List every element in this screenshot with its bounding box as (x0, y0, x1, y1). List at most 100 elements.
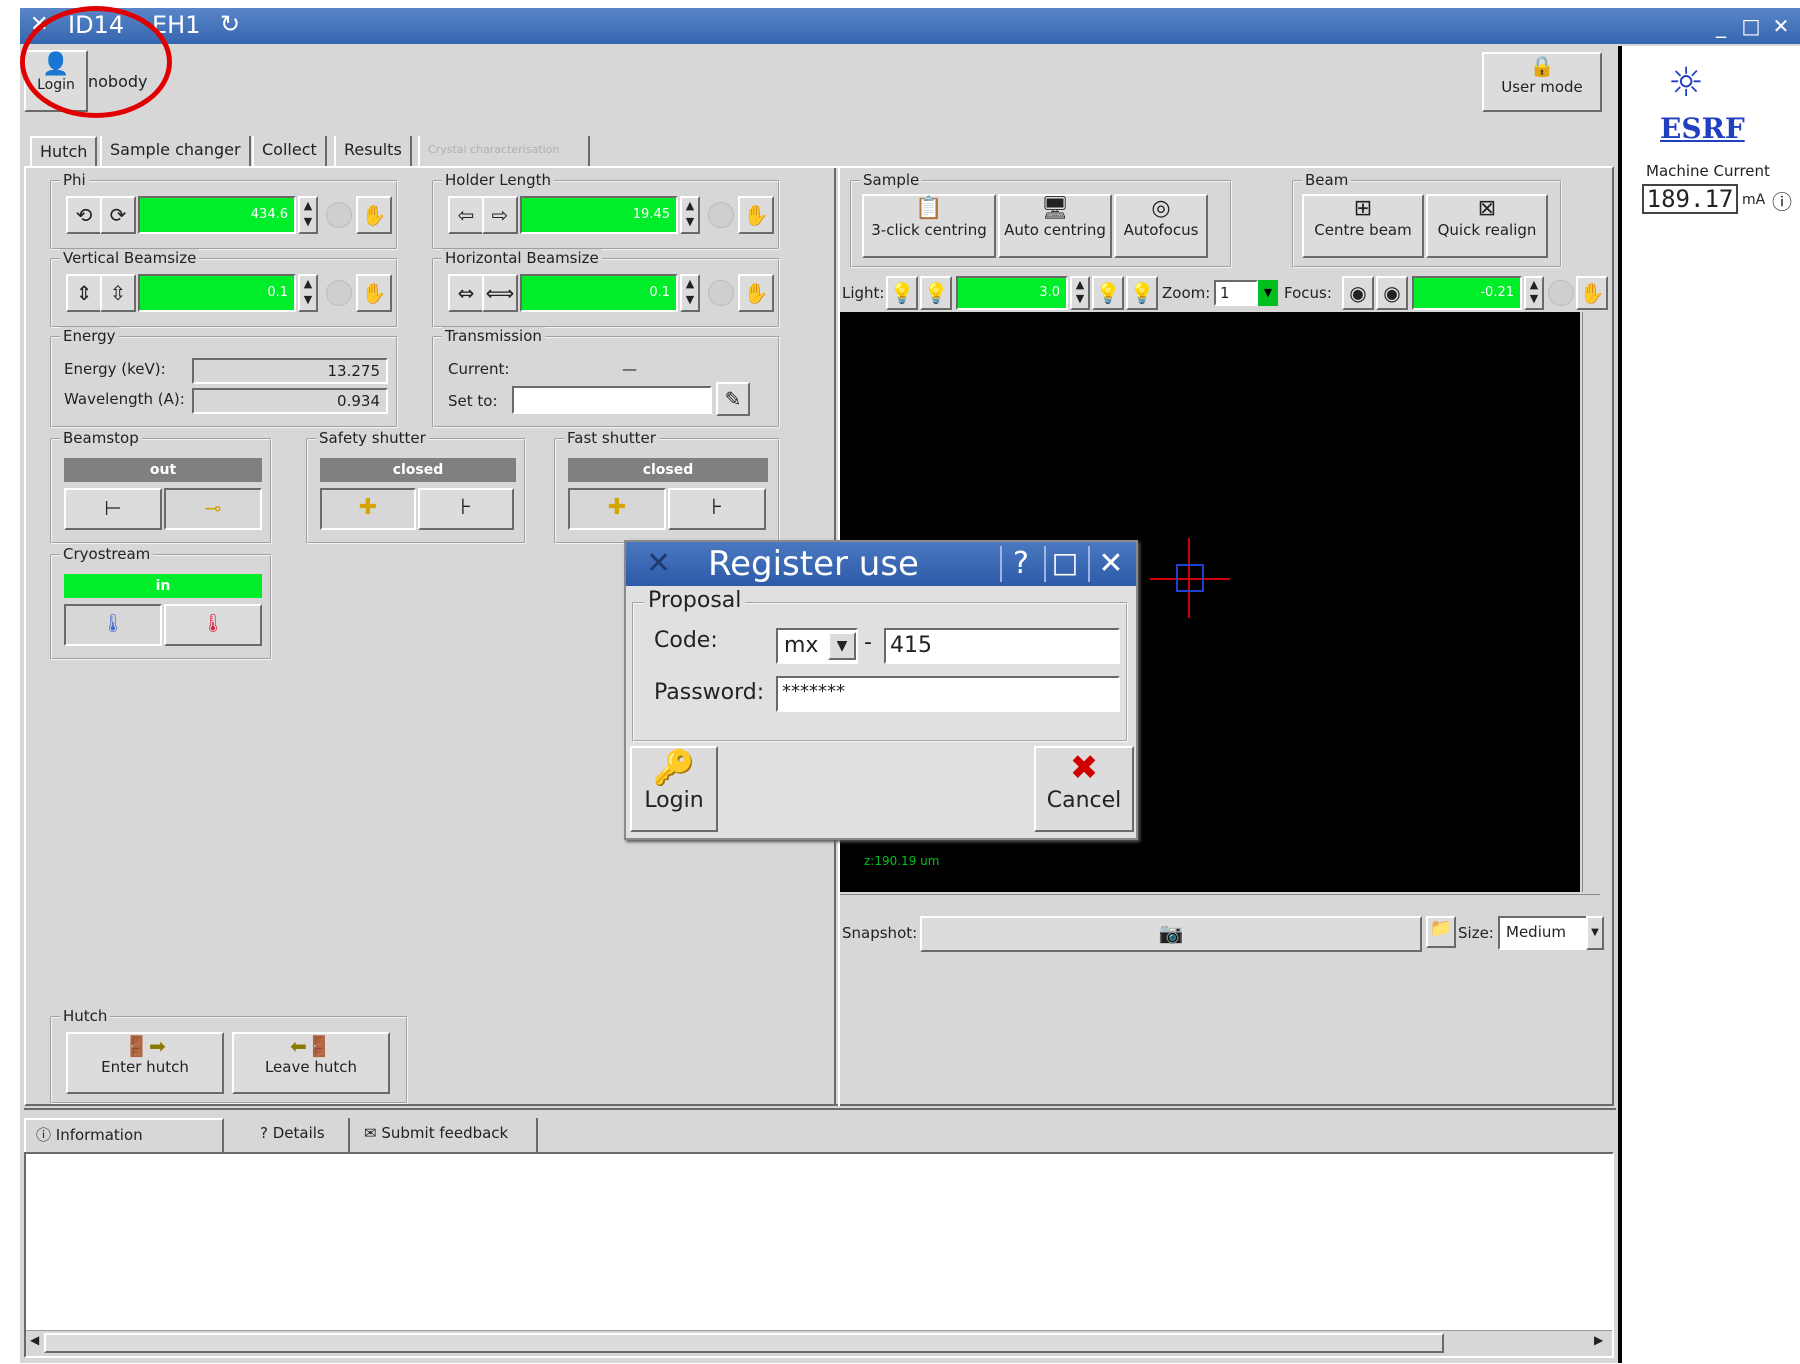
minimize-button[interactable]: _ (1708, 13, 1734, 39)
vbeam-spinner[interactable]: ▲ ▼ (298, 274, 318, 312)
focus-minus-icon[interactable]: ◉ (1342, 276, 1374, 310)
focus-stop-button[interactable]: ✋ (1576, 276, 1608, 310)
beamstop-group: Beamstop out ⊢ ⊸ (50, 429, 272, 544)
dialog-maximize-button[interactable]: □ (1044, 546, 1084, 582)
phi-stop-button[interactable]: ✋ (356, 196, 392, 234)
leave-hutch-label: Leave hutch (264, 1058, 358, 1076)
holder-stop-button[interactable]: ✋ (738, 196, 774, 234)
phi-value[interactable]: 434.6 (138, 196, 296, 234)
hbeam-spinner[interactable]: ▲ ▼ (680, 274, 700, 312)
safety-shutter-close-button[interactable]: ✚ (320, 488, 416, 530)
dialog-login-button[interactable]: 🔑 Login (630, 746, 718, 832)
realign-icon: ⊠ (1477, 196, 1497, 221)
size-dropdown-arrow-icon[interactable]: ▼ (1586, 916, 1604, 950)
transmission-setto-input[interactable] (512, 386, 712, 414)
cryostream-in-button[interactable]: 🌡 (64, 604, 162, 646)
dialog-cancel-button[interactable]: ✖ Cancel (1034, 746, 1134, 832)
enter-hutch-button[interactable]: 🚪➡ Enter hutch (66, 1032, 224, 1094)
dialog-title: Register use (708, 544, 919, 584)
scrollbar-thumb[interactable] (44, 1333, 1444, 1353)
phi-spinner[interactable]: ▲ ▼ (298, 196, 318, 234)
tab-details[interactable]: ? Details (246, 1118, 350, 1152)
focus-value[interactable]: -0.21 (1412, 276, 1522, 310)
password-input[interactable]: ******* (776, 676, 1120, 712)
leave-hutch-button[interactable]: ⬅🚪 Leave hutch (232, 1032, 390, 1094)
fast-shutter-open-button[interactable]: ⊦ (668, 488, 766, 530)
code-dropdown-arrow-icon[interactable]: ▼ (828, 632, 856, 660)
hbeam-stop-button[interactable]: ✋ (738, 274, 774, 312)
zoom-dropdown-arrow-icon[interactable]: ▼ (1258, 280, 1278, 306)
info-icon[interactable]: ⓘ (1772, 186, 1792, 215)
scroll-right-arrow-icon[interactable]: ▶ (1594, 1333, 1603, 1347)
vbeam-stop-button[interactable]: ✋ (356, 274, 392, 312)
phi-rotate-right-button[interactable]: ⟳ (100, 196, 136, 234)
machine-current-value: 189.17 (1642, 184, 1738, 214)
video-vertical-scrollbar[interactable] (1582, 312, 1602, 892)
focus-spinner[interactable]: ▲ ▼ (1524, 276, 1544, 310)
cryostream-out-button[interactable]: 🌡 (164, 604, 262, 646)
vbeam-value[interactable]: 0.1 (138, 274, 296, 312)
light-down-bulb-icon[interactable]: 💡 (886, 276, 918, 310)
tab-submit-feedback[interactable]: ✉ Submit feedback (354, 1118, 538, 1152)
scroll-left-arrow-icon[interactable]: ◀ (30, 1333, 39, 1347)
transmission-edit-pencil-icon[interactable]: ✎ (716, 382, 750, 416)
holder-left-arrow-button[interactable]: ⇦ (448, 196, 484, 234)
messages-text-area[interactable] (24, 1152, 1614, 1358)
code-number-input[interactable]: 415 (884, 628, 1120, 664)
quick-realign-button[interactable]: ⊠ Quick realign (1426, 194, 1548, 258)
tab-information-messages[interactable]: ⓘ Information messages (24, 1118, 224, 1174)
beamstop-out-button[interactable]: ⊸ (164, 488, 262, 530)
phi-rotate-left-button[interactable]: ⟲ (66, 196, 102, 234)
light-off-icon[interactable]: 💡 (1092, 276, 1124, 310)
safety-shutter-open-button[interactable]: ⊦ (418, 488, 514, 530)
tab-sample-changer[interactable]: Sample changer (100, 136, 251, 166)
user-mode-button[interactable]: 🔒 User mode (1482, 52, 1602, 112)
dialog-title-bar: ✕ Register use ? □ ✕ (626, 542, 1136, 586)
bottom-splitter[interactable] (24, 1108, 1616, 1114)
phi-status-led (326, 202, 352, 228)
tab-results[interactable]: Results (334, 136, 412, 166)
leave-hutch-icon: ⬅🚪 (290, 1034, 332, 1058)
video-z-readout: z:190.19 um (864, 854, 940, 868)
holder-right-arrow-button[interactable]: ⇨ (482, 196, 518, 234)
fast-shutter-close-button[interactable]: ✚ (568, 488, 666, 530)
quick-realign-label: Quick realign (1437, 221, 1537, 239)
light-on-icon[interactable]: 💡 (1126, 276, 1158, 310)
holder-length-value[interactable]: 19.45 (520, 196, 678, 234)
close-button[interactable]: ✕ (1768, 13, 1794, 39)
auto-centring-button[interactable]: 🖥 Auto centring (998, 194, 1112, 258)
maximize-button[interactable]: □ (1738, 13, 1764, 39)
dialog-login-label: Login (644, 788, 704, 813)
snapshot-camera-icon[interactable]: 📷 (920, 916, 1422, 952)
dialog-help-button[interactable]: ? (1000, 546, 1040, 582)
holder-length-group: Holder Length ⇦ ⇨ 19.45 ▲ ▼ ✋ (432, 171, 780, 250)
info-circle-icon: ⓘ (36, 1126, 52, 1144)
centre-beam-button[interactable]: ⊞ Centre beam (1302, 194, 1424, 258)
zoom-label: Zoom: (1162, 284, 1211, 302)
light-spinner[interactable]: ▲ ▼ (1070, 276, 1090, 310)
size-select[interactable]: Medium (1498, 916, 1588, 950)
tab-crystal-characterisation[interactable]: Crystal characterisation (418, 136, 590, 166)
vbeam-narrow-button[interactable]: ⇕ (66, 274, 102, 312)
key-icon: 🔑 (652, 748, 696, 788)
hbeam-widen-button[interactable]: ⟺ (482, 274, 518, 312)
hbeam-narrow-button[interactable]: ⇔ (448, 274, 484, 312)
focus-plus-icon[interactable]: ◉ (1376, 276, 1408, 310)
tab-collect[interactable]: Collect (252, 136, 327, 166)
vbeam-widen-button[interactable]: ⇳ (100, 274, 136, 312)
dialog-close-button[interactable]: ✕ (1088, 546, 1132, 582)
light-up-bulb-icon[interactable]: 💡 (920, 276, 952, 310)
hbeam-value[interactable]: 0.1 (520, 274, 678, 312)
light-value[interactable]: 3.0 (956, 276, 1068, 310)
dialog-cancel-label: Cancel (1046, 788, 1122, 813)
video-horizontal-scrollbar[interactable] (840, 894, 1600, 914)
snapshot-label: Snapshot: (842, 924, 918, 942)
zoom-select[interactable]: 1 (1214, 280, 1258, 306)
beamstop-in-button[interactable]: ⊢ (64, 488, 162, 530)
folder-icon[interactable]: 📁 (1426, 916, 1456, 948)
messages-horizontal-scrollbar[interactable]: ◀ ▶ (26, 1330, 1612, 1356)
holder-spinner[interactable]: ▲ ▼ (680, 196, 700, 234)
tab-hutch[interactable]: Hutch (30, 136, 98, 166)
3-click-centring-button[interactable]: 📋 3-click centring (862, 194, 996, 258)
autofocus-button[interactable]: ◎ Autofocus (1114, 194, 1208, 258)
